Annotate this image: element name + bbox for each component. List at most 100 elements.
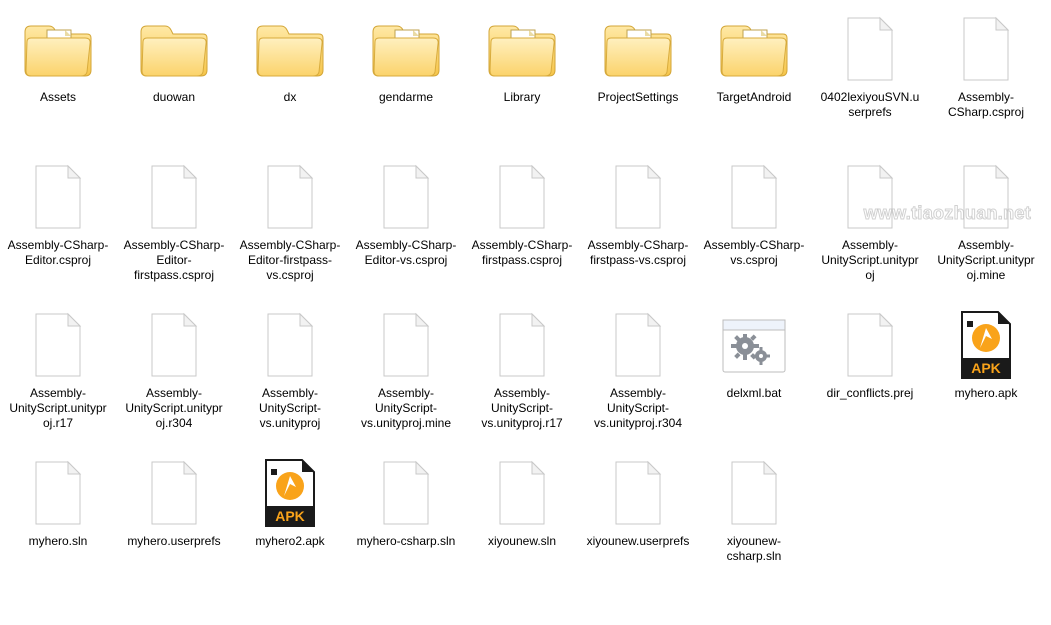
item-label: myhero-csharp.sln: [355, 534, 458, 549]
folder-item[interactable]: duowan: [116, 8, 232, 156]
generic-file-icon: [250, 310, 330, 382]
generic-file-icon: [830, 14, 910, 86]
item-label: Assembly-UnityScript.unityproj: [816, 238, 924, 283]
generic-file-icon: [482, 162, 562, 234]
generic-file-icon: [18, 458, 98, 530]
folder-icon: [598, 14, 678, 86]
apk-file-icon: APK: [946, 310, 1026, 382]
item-label: Assembly-UnityScript.unityproj.mine: [932, 238, 1040, 283]
item-label: Assembly-UnityScript-vs.unityproj.r17: [468, 386, 576, 431]
generic-file-icon: [134, 458, 214, 530]
generic-file-icon: [598, 458, 678, 530]
file-item[interactable]: Assembly-UnityScript.unityproj.r17: [0, 304, 116, 452]
item-label: Assembly-CSharp-Editor.csproj: [4, 238, 112, 268]
generic-file-icon: [18, 162, 98, 234]
item-label: 0402lexiyouSVN.userprefs: [816, 90, 924, 120]
file-item[interactable]: Assembly-UnityScript-vs.unityproj.mine: [348, 304, 464, 452]
folder-icon: [482, 14, 562, 86]
file-item[interactable]: Assembly-UnityScript-vs.unityproj: [232, 304, 348, 452]
item-label: Assets: [38, 90, 78, 105]
file-item[interactable]: xiyounew.sln: [464, 452, 580, 600]
file-item[interactable]: APK myhero.apk: [928, 304, 1044, 452]
file-item[interactable]: myhero.sln: [0, 452, 116, 600]
file-item[interactable]: Assembly-UnityScript-vs.unityproj.r304: [580, 304, 696, 452]
file-item[interactable]: Assembly-CSharp-Editor-firstpass-vs.cspr…: [232, 156, 348, 304]
item-label: Library: [502, 90, 543, 105]
generic-file-icon: [830, 162, 910, 234]
generic-file-icon: [714, 162, 794, 234]
generic-file-icon: [18, 310, 98, 382]
file-grid: Assets duowan: [0, 0, 1051, 600]
folder-icon: [18, 14, 98, 86]
folder-item[interactable]: gendarme: [348, 8, 464, 156]
generic-file-icon: [366, 162, 446, 234]
generic-file-icon: [830, 310, 910, 382]
generic-file-icon: [598, 310, 678, 382]
item-label: Assembly-CSharp-firstpass-vs.csproj: [584, 238, 692, 268]
item-label: Assembly-CSharp-Editor-vs.csproj: [352, 238, 460, 268]
file-item[interactable]: Assembly-UnityScript-vs.unityproj.r17: [464, 304, 580, 452]
folder-icon: [366, 14, 446, 86]
generic-file-icon: [134, 162, 214, 234]
generic-file-icon: [482, 458, 562, 530]
svg-text:APK: APK: [275, 508, 305, 524]
file-item[interactable]: Assembly-UnityScript.unityproj.r304: [116, 304, 232, 452]
file-item[interactable]: xiyounew.userprefs: [580, 452, 696, 600]
item-label: xiyounew.userprefs: [585, 534, 692, 549]
file-item[interactable]: Assembly-CSharp-Editor-firstpass.csproj: [116, 156, 232, 304]
file-item[interactable]: Assembly-UnityScript.unityproj: [812, 156, 928, 304]
generic-file-icon: [598, 162, 678, 234]
file-item[interactable]: Assembly-UnityScript.unityproj.mine: [928, 156, 1044, 304]
file-item[interactable]: APK myhero2.apk: [232, 452, 348, 600]
generic-file-icon: [714, 458, 794, 530]
batch-file-icon: [714, 310, 794, 382]
item-label: duowan: [151, 90, 197, 105]
folder-item[interactable]: Assets: [0, 8, 116, 156]
folder-item[interactable]: Library: [464, 8, 580, 156]
file-item[interactable]: Assembly-CSharp-firstpass-vs.csproj: [580, 156, 696, 304]
generic-file-icon: [250, 162, 330, 234]
generic-file-icon: [134, 310, 214, 382]
item-label: TargetAndroid: [715, 90, 794, 105]
item-label: Assembly-CSharp-Editor-firstpass.csproj: [120, 238, 228, 283]
item-label: Assembly-UnityScript-vs.unityproj.mine: [352, 386, 460, 431]
file-item[interactable]: myhero-csharp.sln: [348, 452, 464, 600]
folder-icon: [714, 14, 794, 86]
file-item[interactable]: Assembly-CSharp-Editor.csproj: [0, 156, 116, 304]
file-item[interactable]: myhero.userprefs: [116, 452, 232, 600]
file-item[interactable]: dir_conflicts.prej: [812, 304, 928, 452]
apk-file-icon: APK: [250, 458, 330, 530]
item-label: Assembly-CSharp-firstpass.csproj: [468, 238, 576, 268]
item-label: ProjectSettings: [596, 90, 681, 105]
item-label: Assembly-UnityScript-vs.unityproj.r304: [584, 386, 692, 431]
item-label: delxml.bat: [725, 386, 784, 401]
item-label: Assembly-CSharp.csproj: [932, 90, 1040, 120]
generic-file-icon: [366, 458, 446, 530]
file-item[interactable]: xiyounew-csharp.sln: [696, 452, 812, 600]
item-label: myhero2.apk: [253, 534, 326, 549]
item-label: dir_conflicts.prej: [825, 386, 916, 401]
generic-file-icon: [366, 310, 446, 382]
item-label: xiyounew.sln: [486, 534, 558, 549]
folder-item[interactable]: TargetAndroid: [696, 8, 812, 156]
file-item[interactable]: Assembly-CSharp-Editor-vs.csproj: [348, 156, 464, 304]
file-item[interactable]: Assembly-CSharp.csproj: [928, 8, 1044, 156]
file-item[interactable]: Assembly-CSharp-vs.csproj: [696, 156, 812, 304]
item-label: Assembly-UnityScript.unityproj.r304: [120, 386, 228, 431]
item-label: dx: [282, 90, 299, 105]
svg-text:APK: APK: [971, 360, 1001, 376]
item-label: Assembly-CSharp-vs.csproj: [700, 238, 808, 268]
folder-item[interactable]: dx: [232, 8, 348, 156]
item-label: xiyounew-csharp.sln: [700, 534, 808, 564]
folder-item[interactable]: ProjectSettings: [580, 8, 696, 156]
item-label: myhero.apk: [953, 386, 1020, 401]
file-item[interactable]: 0402lexiyouSVN.userprefs: [812, 8, 928, 156]
item-label: gendarme: [377, 90, 435, 105]
file-item[interactable]: Assembly-CSharp-firstpass.csproj: [464, 156, 580, 304]
item-label: Assembly-CSharp-Editor-firstpass-vs.cspr…: [236, 238, 344, 283]
item-label: Assembly-UnityScript-vs.unityproj: [236, 386, 344, 431]
folder-icon: [250, 14, 330, 86]
item-label: Assembly-UnityScript.unityproj.r17: [4, 386, 112, 431]
file-item[interactable]: delxml.bat: [696, 304, 812, 452]
generic-file-icon: [946, 162, 1026, 234]
